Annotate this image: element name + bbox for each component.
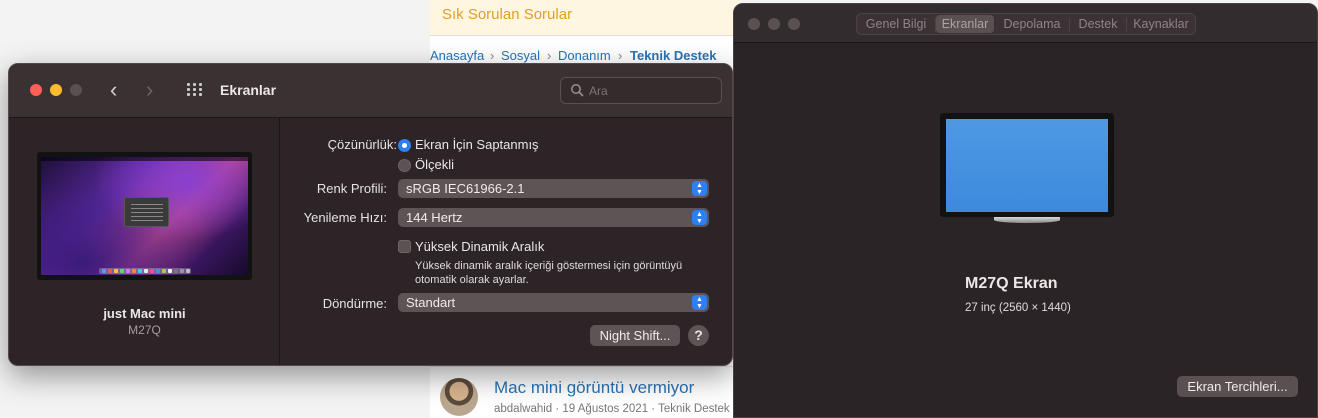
window-toolbar: Genel Bilgi Ekranlar Depolama Destek Kay… — [734, 4, 1317, 43]
close-button-inactive[interactable] — [748, 18, 760, 30]
search-input[interactable] — [589, 82, 717, 100]
tab-support[interactable]: Destek — [1071, 15, 1125, 33]
refresh-rate-value: 144 Hertz — [406, 210, 463, 225]
tab-divider — [1069, 18, 1070, 32]
faq-title[interactable]: Sık Sorulan Sorular — [442, 6, 572, 23]
minimize-button-inactive[interactable] — [768, 18, 780, 30]
search-icon — [571, 84, 584, 97]
breadcrumb-separator: › — [547, 48, 552, 63]
display-icon — [940, 113, 1114, 217]
display-preview-monitor — [37, 152, 252, 280]
display-screen-graphic — [946, 119, 1108, 212]
display-model: M27Q — [128, 323, 161, 337]
dock-thumbnail — [99, 268, 191, 274]
back-arrow-icon[interactable]: ‹ — [110, 78, 117, 102]
hdr-hint-line2: otomatik olarak ayarlar. — [415, 274, 529, 286]
rotation-popup[interactable]: Standart ▲ ▼ — [398, 293, 709, 312]
tab-displays[interactable]: Ekranlar — [936, 15, 994, 33]
breadcrumb-hardware[interactable]: Donanım — [558, 48, 611, 63]
refresh-rate-popup[interactable]: 144 Hertz ▲ ▼ — [398, 208, 709, 227]
color-profile-value: sRGB IEC61966-2.1 — [406, 181, 525, 196]
resolution-label: Çözünürlük: — [327, 137, 397, 152]
window-toolbar: ‹ › Ekranlar — [9, 64, 732, 118]
tab-resources[interactable]: Kaynaklar — [1128, 15, 1194, 33]
window-title: Ekranlar — [220, 82, 277, 98]
breadcrumb-separator: › — [618, 48, 623, 63]
display-preferences-button[interactable]: Ekran Tercihleri... — [1177, 376, 1298, 397]
breadcrumb-tech-support[interactable]: Teknik Destek — [630, 48, 716, 63]
zoom-button-inactive[interactable] — [788, 18, 800, 30]
resolution-default-label[interactable]: Ekran İçin Saptanmış — [415, 137, 539, 152]
breadcrumb-home[interactable]: Anasayfa — [430, 48, 484, 63]
color-profile-label: Renk Profili: — [316, 181, 387, 196]
menu-bar-thumbnail — [41, 157, 248, 161]
close-button[interactable] — [30, 84, 42, 96]
thread-meta: abdalwahid · 19 Ağustos 2021 · Teknik De… — [494, 403, 730, 415]
display-preview-pane: just Mac mini M27Q — [9, 118, 280, 365]
popup-chevrons-icon: ▲ ▼ — [692, 295, 707, 310]
displays-preferences-window: ‹ › Ekranlar Ara just Mac mini M27Q Çözü… — [8, 63, 733, 366]
mac-name: just Mac mini — [103, 306, 186, 321]
popup-chevrons-icon: ▲ ▼ — [692, 181, 707, 196]
about-this-mac-window: Genel Bilgi Ekranlar Depolama Destek Kay… — [733, 3, 1318, 418]
resolution-scaled-label[interactable]: Ölçekli — [415, 157, 454, 172]
tab-divider — [1126, 18, 1127, 32]
resolution-scaled-radio[interactable] — [398, 159, 411, 172]
search-field[interactable] — [560, 77, 722, 104]
rotation-value: Standart — [406, 295, 456, 310]
window-thumbnail — [124, 197, 169, 227]
zoom-button-disabled — [70, 84, 82, 96]
resolution-default-radio[interactable] — [398, 139, 411, 152]
show-all-grid-icon[interactable] — [187, 83, 205, 97]
tab-overview[interactable]: Genel Bilgi — [859, 15, 933, 33]
hdr-hint-line1: Yüksek dinamik aralık içeriği göstermesi… — [415, 260, 683, 272]
tab-storage[interactable]: Depolama — [996, 15, 1068, 33]
rotation-label: Döndürme: — [322, 296, 387, 311]
hdr-label[interactable]: Yüksek Dinamik Aralık — [415, 239, 544, 254]
hdr-checkbox[interactable] — [398, 240, 411, 253]
refresh-rate-label: Yenileme Hızı: — [303, 210, 387, 225]
desktop-wallpaper-thumbnail — [41, 157, 248, 275]
forward-arrow-icon: › — [146, 77, 154, 102]
display-stand-graphic — [994, 217, 1060, 223]
breadcrumb-social[interactable]: Sosyal — [501, 48, 540, 63]
thread-title-link[interactable]: Mac mini görüntü vermiyor — [494, 378, 694, 398]
popup-chevrons-icon: ▲ ▼ — [692, 210, 707, 225]
night-shift-button[interactable]: Night Shift... — [590, 325, 680, 346]
breadcrumb-separator: › — [490, 48, 495, 63]
help-button[interactable]: ? — [688, 325, 709, 346]
color-profile-popup[interactable]: sRGB IEC61966-2.1 ▲ ▼ — [398, 179, 709, 198]
tab-bar: Genel Bilgi Ekranlar Depolama Destek Kay… — [856, 13, 1196, 35]
avatar[interactable] — [440, 378, 478, 416]
display-size: 27 inç (2560 × 1440) — [965, 302, 1071, 314]
display-name: M27Q Ekran — [965, 275, 1058, 292]
minimize-button[interactable] — [50, 84, 62, 96]
